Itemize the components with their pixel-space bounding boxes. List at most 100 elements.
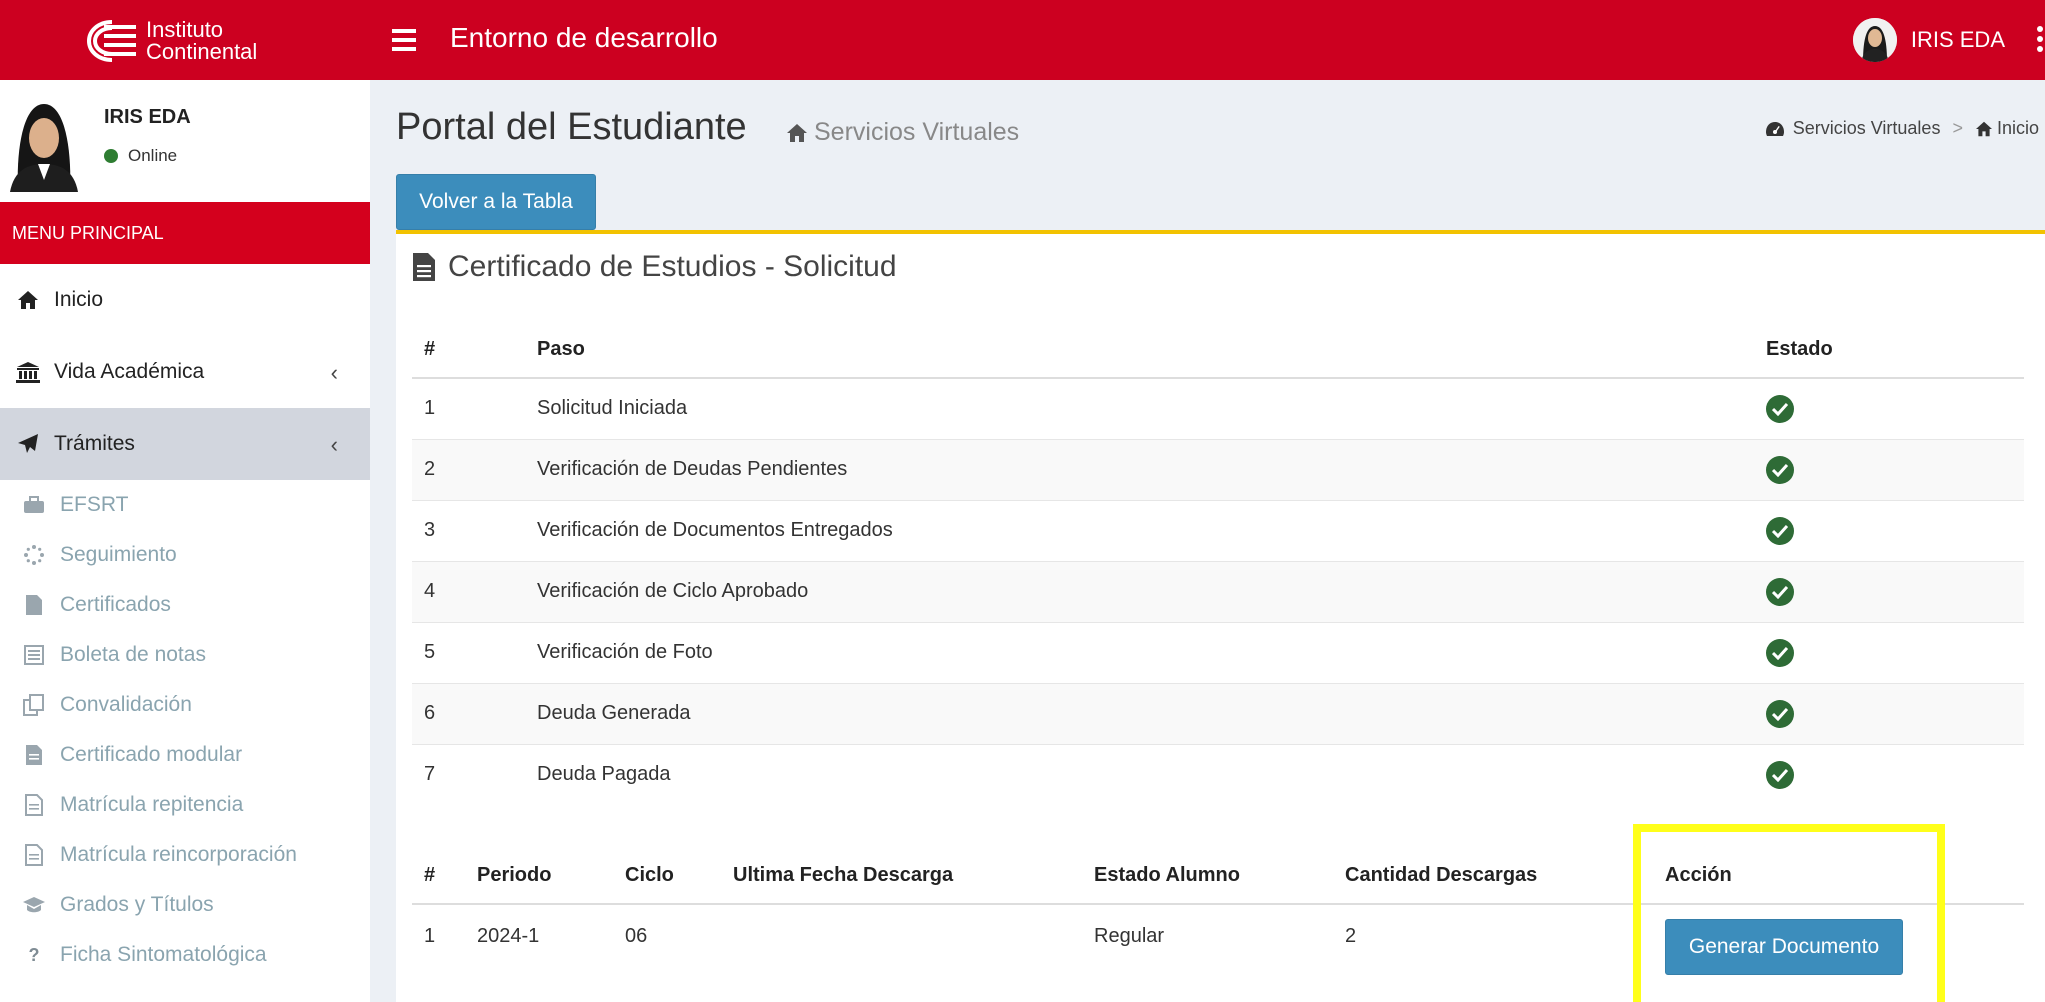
sidebar: IRIS EDA Online MENU PRINCIPAL Inicio Vi… bbox=[0, 80, 370, 1002]
page-subtitle-text: Servicios Virtuales bbox=[814, 118, 1020, 146]
cell-num: 7 bbox=[412, 743, 525, 805]
avatar bbox=[1852, 18, 1897, 62]
file-icon bbox=[22, 594, 46, 616]
cell-num: 1 bbox=[424, 925, 436, 947]
spinner-icon bbox=[22, 544, 46, 566]
breadcrumb-current[interactable]: Inicio bbox=[1997, 118, 2039, 139]
check-circle-icon bbox=[1766, 394, 1794, 423]
sidebar-subitem-label: EFSRT bbox=[60, 493, 129, 516]
sidebar-subitem-efsrt[interactable]: EFSRT bbox=[0, 480, 370, 530]
table-row: 3 Verificación de Documentos Entregados bbox=[412, 499, 2024, 561]
column-header: Estado bbox=[1754, 322, 2024, 379]
box-title-text: Certificado de Estudios - Solicitud bbox=[448, 250, 897, 283]
dashboard-icon bbox=[1765, 121, 1784, 136]
cell-paso: Deuda Generada bbox=[525, 682, 1754, 744]
chevron-left-icon: ‹ bbox=[330, 432, 338, 457]
question-icon: ? bbox=[28, 944, 40, 965]
cell-periodo: 2024-1 bbox=[477, 925, 540, 947]
sidebar-subitem-grados-titulos[interactable]: Grados y Títulos bbox=[0, 880, 370, 930]
file-text-o-icon bbox=[22, 844, 46, 866]
main-content: Portal del Estudiante Servicios Virtuale… bbox=[370, 80, 2045, 1002]
sidebar-subitem-label: Boleta de notas bbox=[60, 643, 206, 666]
more-options-icon[interactable] bbox=[2035, 26, 2045, 54]
sidebar-item-vida-academica[interactable]: Vida Académica ‹ bbox=[0, 336, 370, 408]
breadcrumb-link[interactable]: Servicios Virtuales bbox=[1793, 118, 1941, 139]
cell-estado bbox=[1754, 560, 2024, 622]
check-circle-icon bbox=[1766, 516, 1794, 545]
generate-document-button[interactable]: Generar Documento bbox=[1665, 919, 1903, 975]
cell-num: 4 bbox=[412, 560, 525, 622]
logo-line2: Continental bbox=[146, 39, 258, 64]
file-text-icon bbox=[413, 253, 435, 281]
sidebar-subitem-certificado-modular[interactable]: Certificado modular bbox=[0, 730, 370, 780]
sidebar-subitem-matricula-repitencia[interactable]: Matrícula repitencia bbox=[0, 780, 370, 830]
steps-table: # Paso Estado 1 Solicitud Iniciada 2 Verifi… bbox=[412, 322, 2024, 805]
cell-num: 1 bbox=[412, 377, 525, 439]
breadcrumb: Servicios Virtuales > Inicio bbox=[1765, 118, 2039, 139]
column-header: Ultima Fecha Descarga bbox=[721, 848, 1082, 905]
check-circle-icon bbox=[1766, 699, 1794, 728]
column-header: Paso bbox=[525, 322, 1754, 379]
copy-icon bbox=[22, 694, 46, 716]
box-title: Certificado de Estudios - Solicitud bbox=[412, 250, 897, 284]
check-circle-icon bbox=[1766, 760, 1794, 789]
cell-paso: Verificación de Ciclo Aprobado bbox=[525, 560, 1754, 622]
sidebar-subitem-ficha[interactable]: ? Ficha Sintomatológica bbox=[0, 930, 370, 980]
table-header-row: # Paso Estado bbox=[412, 322, 2024, 379]
downloads-table: # Periodo Ciclo Ultima Fecha Descarga Es… bbox=[412, 848, 2024, 984]
cell-estado bbox=[1754, 682, 2024, 744]
cell-estado bbox=[1754, 743, 2024, 805]
column-header: # bbox=[412, 848, 465, 905]
column-header: Ciclo bbox=[613, 848, 721, 905]
user-panel: IRIS EDA Online bbox=[0, 80, 370, 202]
check-circle-icon bbox=[1766, 638, 1794, 667]
sidebar-item-label: Inicio bbox=[54, 288, 104, 311]
sidebar-subitem-seguimiento[interactable]: Seguimiento bbox=[0, 530, 370, 580]
sidebar-subitem-convalidacion[interactable]: Convalidación bbox=[0, 680, 370, 730]
top-navbar: Instituto Continental Entorno de desarro… bbox=[0, 0, 2045, 80]
check-circle-icon bbox=[1766, 577, 1794, 606]
table-row: 7 Deuda Pagada bbox=[412, 743, 2024, 805]
logo-line1: Instituto bbox=[146, 17, 224, 42]
avatar bbox=[8, 96, 80, 192]
column-header: Periodo bbox=[465, 848, 613, 905]
column-header: Estado Alumno bbox=[1082, 848, 1333, 905]
cell-paso: Deuda Pagada bbox=[525, 743, 1754, 805]
back-to-table-button[interactable]: Volver a la Tabla bbox=[396, 174, 596, 230]
chevron-left-icon: ‹ bbox=[330, 360, 338, 385]
sidebar-subitem-boleta[interactable]: Boleta de notas bbox=[0, 630, 370, 680]
cell-estado bbox=[1754, 499, 2024, 561]
sidebar-subitem-label: Certificado modular bbox=[60, 743, 243, 766]
file-text-icon bbox=[22, 744, 46, 766]
cell-paso: Verificación de Foto bbox=[525, 621, 1754, 683]
check-circle-icon bbox=[1766, 455, 1794, 484]
logo-mark-icon bbox=[86, 20, 136, 62]
menu-toggle-button[interactable] bbox=[392, 24, 416, 54]
user-menu-button[interactable]: IRIS EDA bbox=[1852, 16, 2005, 64]
cell-num: 6 bbox=[412, 682, 525, 744]
cell-paso: Verificación de Documentos Entregados bbox=[525, 499, 1754, 561]
sidebar-subitem-label: Matrícula repitencia bbox=[60, 793, 244, 816]
sidebar-item-tramites[interactable]: Trámites ‹ bbox=[0, 408, 370, 480]
table-row: 6 Deuda Generada bbox=[412, 682, 2024, 744]
sidebar-subitem-label: Convalidación bbox=[60, 693, 192, 716]
paper-plane-icon bbox=[16, 432, 40, 456]
sidebar-subitem-matricula-reincorporacion[interactable]: Matrícula reincorporación bbox=[0, 830, 370, 880]
cell-estado-alumno: Regular bbox=[1094, 925, 1165, 947]
sidebar-subitem-label: Matrícula reincorporación bbox=[60, 843, 297, 866]
column-header: Cantidad Descargas bbox=[1333, 848, 1653, 905]
column-header: # bbox=[412, 322, 525, 379]
table-header-row: # Periodo Ciclo Ultima Fecha Descarga Es… bbox=[412, 848, 2024, 905]
sidebar-item-inicio[interactable]: Inicio bbox=[0, 264, 370, 336]
sidebar-subitem-label: Seguimiento bbox=[60, 543, 177, 566]
sidebar-subitem-certificados[interactable]: Certificados bbox=[0, 580, 370, 630]
cell-estado bbox=[1754, 621, 2024, 683]
column-header: Acción bbox=[1653, 848, 2024, 905]
institute-logo[interactable]: Instituto Continental bbox=[86, 18, 286, 64]
sidebar-subitem-label: Grados y Títulos bbox=[60, 893, 214, 916]
breadcrumb-separator: > bbox=[1952, 118, 1963, 138]
cell-paso: Solicitud Iniciada bbox=[525, 377, 1754, 439]
cell-num: 2 bbox=[412, 438, 525, 500]
cell-accion: Generar Documento bbox=[1653, 904, 2024, 984]
cell-ciclo: 06 bbox=[625, 925, 648, 947]
